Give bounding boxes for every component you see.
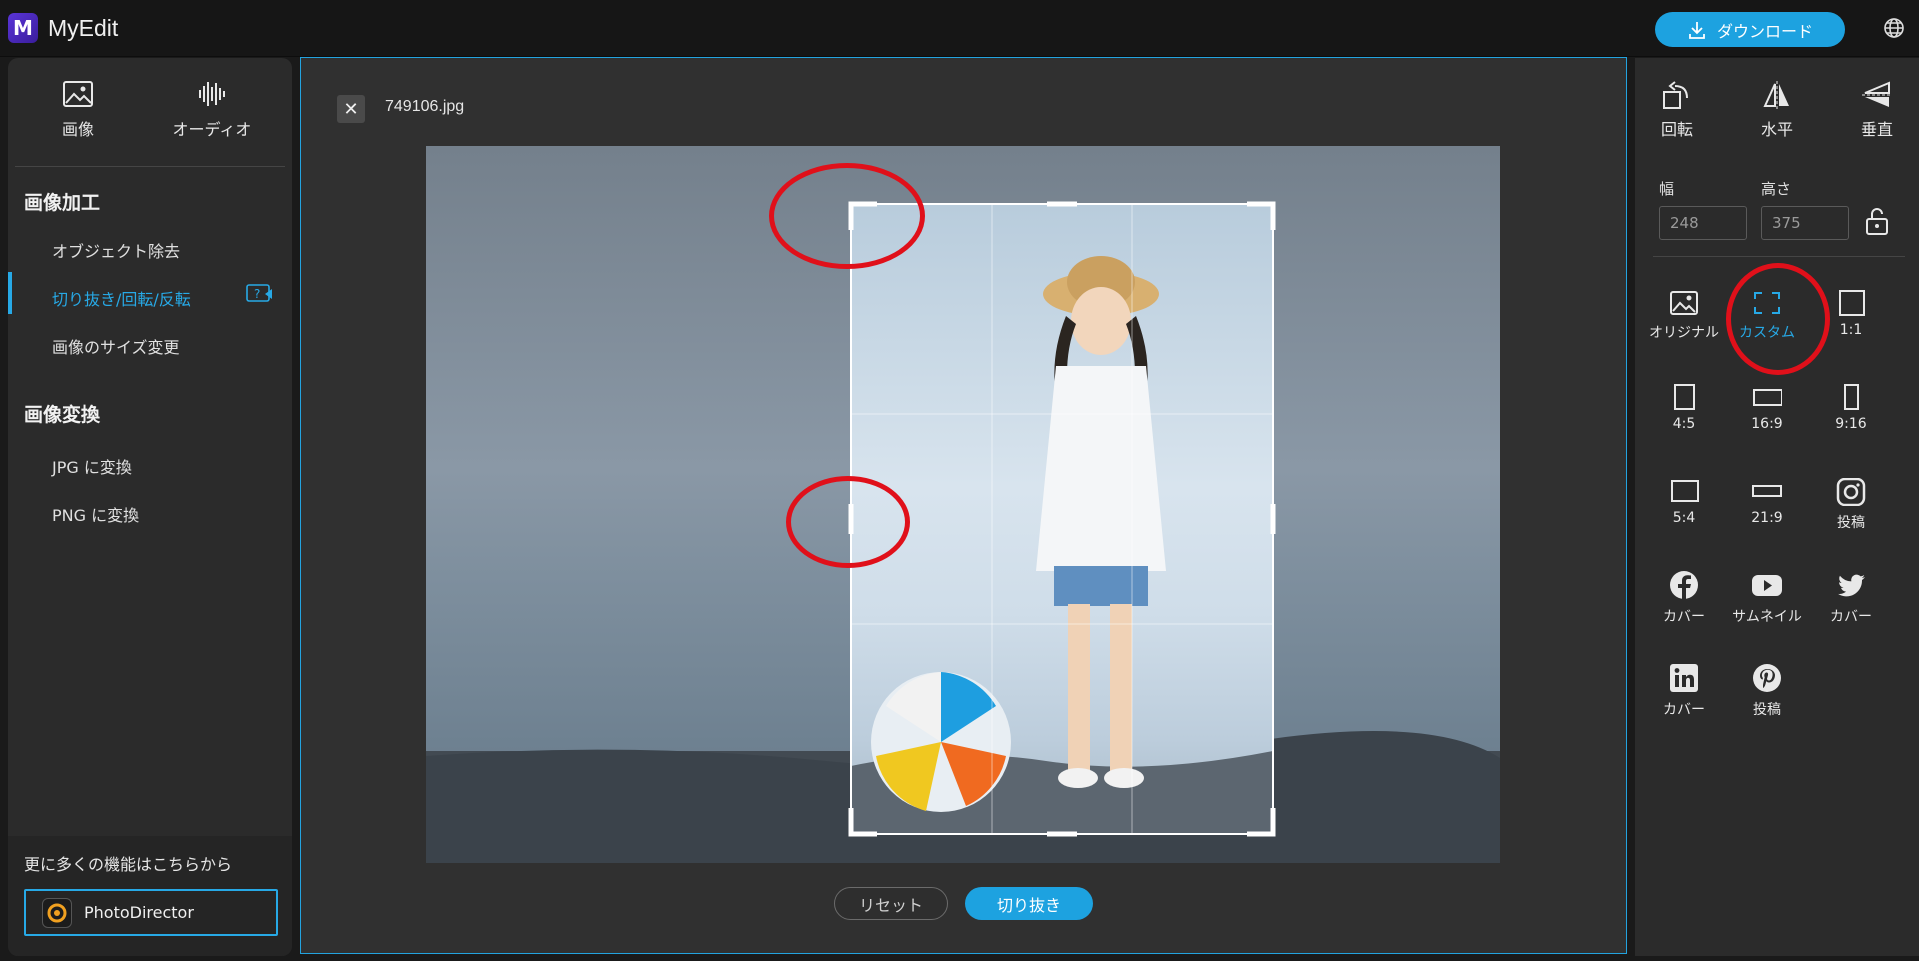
ratio-1-1-label: 1:1 (1839, 322, 1863, 338)
landscape-21-9-icon (1752, 485, 1782, 497)
ratio-pinterest-label: 投稿 (1753, 702, 1781, 718)
download-icon (1689, 21, 1705, 39)
divider (1653, 256, 1905, 257)
photo-canvas[interactable] (426, 146, 1500, 863)
ratio-youtube-label: サムネイル (1732, 609, 1802, 625)
video-help-icon[interactable]: ? (246, 284, 274, 304)
flip-horizontal-button[interactable]: 水平 (1735, 80, 1819, 140)
landscape-5-4-icon (1671, 480, 1699, 502)
rotate-label: 回転 (1660, 120, 1693, 139)
ratio-facebook-label: カバー (1663, 609, 1705, 625)
rotate-icon (1663, 81, 1688, 109)
photodirector-label: PhotoDirector (84, 903, 194, 922)
youtube-icon (1752, 575, 1782, 596)
ratio-instagram-label: 投稿 (1837, 515, 1865, 531)
reset-button[interactable]: リセット (834, 887, 948, 920)
ratio-5-4-label: 5:4 (1672, 510, 1696, 526)
svg-text:?: ? (254, 287, 260, 301)
annotation-circle-top-handle (769, 163, 925, 269)
tab-audio[interactable]: オーディオ (152, 80, 272, 140)
flip-vertical-label: 垂直 (1860, 120, 1893, 139)
ratio-16-9[interactable]: 16:9 (1725, 384, 1809, 432)
close-icon: ✕ (343, 98, 359, 120)
tab-image-label: 画像 (61, 120, 94, 139)
crop-button[interactable]: 切り抜き (965, 887, 1093, 920)
linkedin-icon (1670, 664, 1698, 692)
ratio-5-4[interactable]: 5:4 (1642, 478, 1726, 526)
flip-vertical-button[interactable]: 垂直 (1835, 80, 1919, 140)
app-title: MyEdit (48, 15, 119, 41)
facebook-icon (1670, 571, 1698, 599)
menu-item-crop-rotate-flip[interactable]: 切り抜き/回転/反転 (52, 286, 191, 310)
photo-image (426, 146, 1500, 863)
flip-horizontal-label: 水平 (1760, 120, 1793, 139)
right-tool-panel: 回転 水平 垂直 幅 高さ 248 375 オリジナル カスタム 1:1 4:5… (1635, 58, 1919, 956)
flip-horizontal-icon (1763, 81, 1789, 109)
height-input[interactable]: 375 (1761, 206, 1849, 240)
photodirector-logo-icon (42, 897, 72, 928)
landscape-16-9-icon (1753, 389, 1782, 406)
menu-item-object-removal[interactable]: オブジェクト除去 (52, 238, 180, 262)
section-title-image-editing: 画像加工 (24, 192, 101, 214)
ratio-9-16[interactable]: 9:16 (1809, 384, 1893, 432)
audio-wave-icon (199, 82, 225, 106)
instagram-icon (1836, 478, 1866, 506)
ratio-facebook-cover[interactable]: カバー (1642, 570, 1726, 626)
globe-icon[interactable] (1882, 16, 1906, 40)
ratio-pinterest-post[interactable]: 投稿 (1725, 663, 1809, 719)
ratio-9-16-label: 9:16 (1835, 416, 1867, 432)
ratio-4-5-label: 4:5 (1672, 416, 1696, 432)
flip-vertical-icon (1862, 81, 1892, 107)
ratio-twitter-cover[interactable]: カバー (1809, 570, 1893, 626)
width-label: 幅 (1659, 180, 1675, 198)
portrait-9-16-icon (1844, 384, 1859, 410)
aspect-lock-icon[interactable] (1864, 208, 1890, 236)
app-logo[interactable]: M (8, 13, 38, 43)
pinterest-icon (1753, 664, 1781, 692)
ratio-linkedin-label: カバー (1663, 702, 1705, 718)
tab-image[interactable]: 画像 (18, 80, 138, 140)
section-title-conversion: 画像変換 (24, 404, 101, 426)
file-name: 749106.jpg (385, 98, 465, 115)
width-input[interactable]: 248 (1659, 206, 1747, 240)
menu-item-resize[interactable]: 画像のサイズ変更 (52, 334, 180, 358)
ratio-4-5[interactable]: 4:5 (1642, 384, 1726, 432)
download-button[interactable]: ダウンロード (1655, 12, 1845, 47)
active-indicator (8, 272, 12, 314)
divider (15, 166, 285, 167)
ratio-original[interactable]: オリジナル (1642, 290, 1726, 342)
tab-audio-label: オーディオ (172, 120, 252, 139)
download-label: ダウンロード (1716, 21, 1813, 41)
annotation-circle-custom-ratio (1726, 263, 1830, 375)
photodirector-button[interactable]: PhotoDirector (24, 889, 278, 936)
square-icon (1839, 290, 1865, 316)
editor-canvas-area: ✕ 749106.jpg リセット 切り抜き (300, 57, 1627, 954)
ratio-instagram-post[interactable]: 投稿 (1809, 478, 1893, 532)
ratio-twitter-label: カバー (1830, 609, 1872, 625)
ratio-linkedin-cover[interactable]: カバー (1642, 663, 1726, 719)
top-bar: M MyEdit ダウンロード (0, 0, 1919, 57)
close-button[interactable]: ✕ (337, 95, 365, 123)
portrait-4-5-icon (1674, 384, 1695, 410)
height-label: 高さ (1761, 180, 1792, 198)
ratio-21-9-label: 21:9 (1751, 510, 1783, 526)
rotate-button[interactable]: 回転 (1635, 80, 1719, 140)
twitter-icon (1838, 574, 1865, 597)
menu-item-png-convert[interactable]: PNG に変換 (52, 502, 139, 526)
ratio-youtube-thumbnail[interactable]: サムネイル (1725, 570, 1809, 626)
left-sidebar: 画像 オーディオ 画像加工 オブジェクト除去 切り抜き/回転/反転 ? 画像のサ… (8, 58, 292, 956)
menu-item-jpg-convert[interactable]: JPG に変換 (52, 454, 132, 478)
ratio-16-9-label: 16:9 (1751, 416, 1783, 432)
annotation-circle-left-handle (786, 476, 910, 568)
original-image-icon (1670, 291, 1698, 315)
image-icon (63, 81, 93, 107)
ratio-original-label: オリジナル (1649, 325, 1719, 341)
ratio-21-9[interactable]: 21:9 (1725, 478, 1809, 526)
more-features-text: 更に多くの機能はこちらから (24, 855, 233, 874)
